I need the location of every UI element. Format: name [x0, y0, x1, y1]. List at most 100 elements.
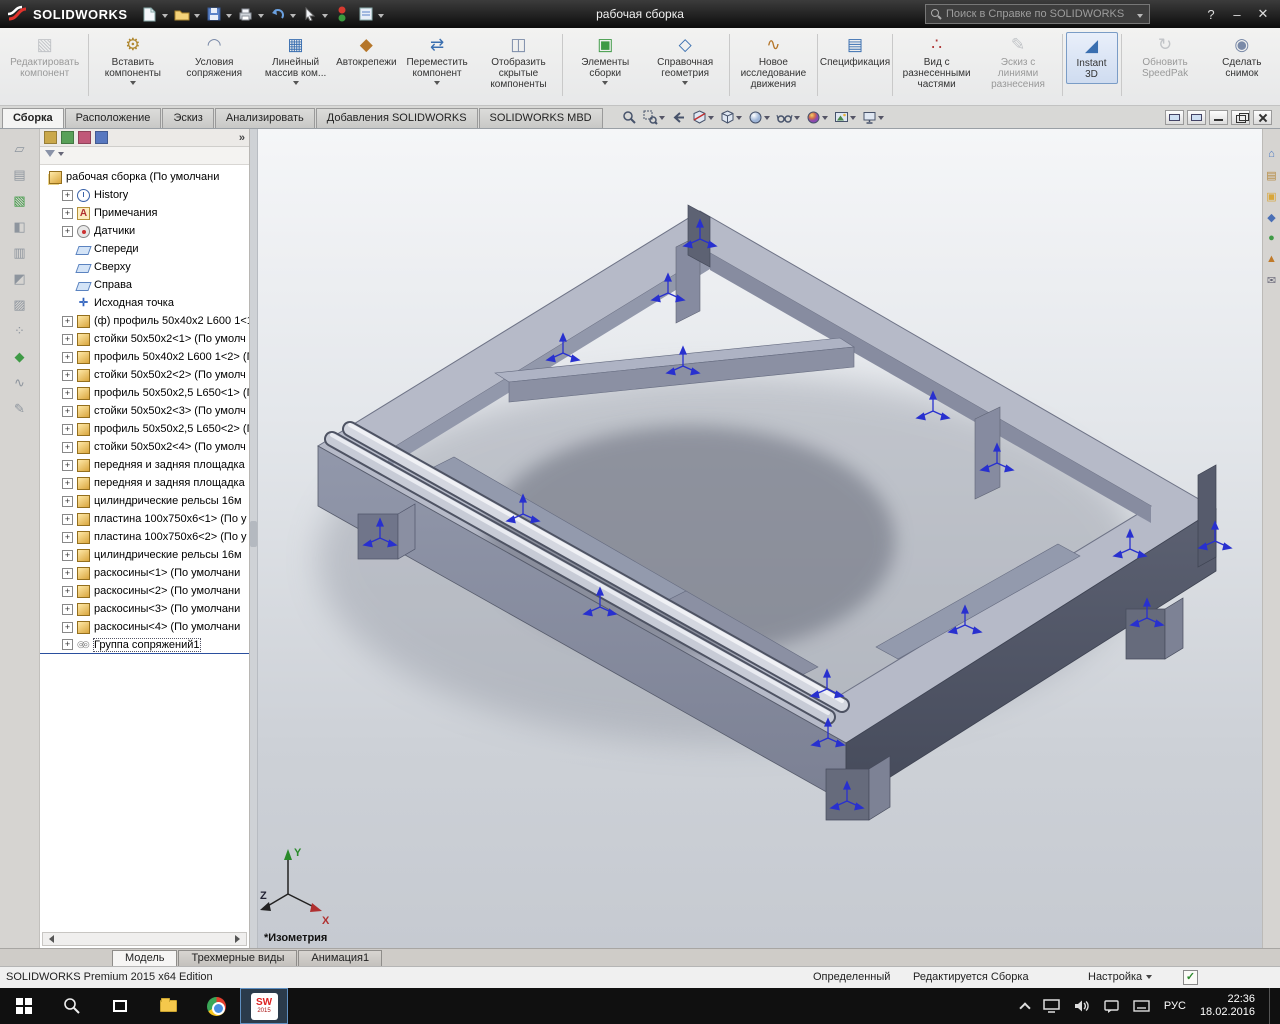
edit-component-button[interactable]: ▧ Редактировать компонент [4, 32, 85, 82]
file-explorer-tab-icon[interactable]: ▣ [1265, 189, 1279, 203]
tree-item[interactable]: стойки 50x50x2<1> (По умолч [40, 330, 249, 348]
tree-item[interactable]: Сверху [40, 258, 249, 276]
search-dropdown-caret[interactable] [1137, 13, 1143, 21]
save-button[interactable] [203, 4, 225, 24]
tree-item[interactable]: пластина 100x750x6<2> (По у [40, 528, 249, 546]
new-motion-study-button[interactable]: ∿ Новое исследование движения [733, 32, 814, 93]
quick-tips-toggle[interactable]: ✓ [1183, 970, 1198, 985]
expand-icon[interactable] [62, 405, 73, 417]
panel-splitter[interactable] [250, 129, 258, 948]
search-box[interactable] [925, 4, 1150, 24]
print-dropdown-caret[interactable] [257, 13, 264, 21]
update-speedpak-button[interactable]: ↻ Обновить SpeedPak [1124, 32, 1205, 82]
scroll-left-icon[interactable] [45, 935, 54, 943]
exploded-view-button[interactable]: ∴ Вид с разнесенными частями [896, 32, 977, 93]
notifications-tray-icon[interactable] [1104, 999, 1119, 1013]
save-dropdown-caret[interactable] [225, 13, 232, 21]
tree-item[interactable]: стойки 50x50x2<3> (По умолч [40, 402, 249, 420]
dropdown-caret[interactable] [602, 81, 609, 88]
expand-icon[interactable] [62, 585, 73, 597]
tree-item[interactable]: профиль 50x50x2,5 L650<1> (П [40, 384, 249, 402]
tree-item[interactable]: Датчики [40, 222, 249, 240]
tab-addins[interactable]: Добавления SOLIDWORKS [315, 108, 478, 128]
doc-close-button[interactable] [1253, 110, 1272, 125]
explode-lines-button[interactable]: ✎ Эскиз с линиями разнесения [977, 32, 1058, 93]
select-button[interactable] [299, 4, 321, 24]
zoom-area-button[interactable] [641, 109, 667, 126]
tree-item[interactable]: пластина 100x750x6<1> (По у [40, 510, 249, 528]
tab-model[interactable]: Модель [112, 950, 178, 966]
left-toolbar-button-9[interactable]: ◆ [9, 347, 31, 366]
browser-button[interactable] [192, 988, 240, 1024]
taskbar-clock[interactable]: 22:36 18.02.2016 [1200, 993, 1255, 1019]
expand-icon[interactable] [62, 495, 73, 507]
instant3d-button[interactable]: ◢ Instant 3D [1065, 32, 1118, 84]
doc-window-icon-1[interactable] [1165, 110, 1184, 125]
zoom-fit-button[interactable] [620, 109, 639, 126]
splitter-handle[interactable] [250, 521, 257, 547]
expand-icon[interactable] [62, 207, 73, 219]
featuremanager-tab[interactable] [44, 131, 57, 144]
dropdown-caret[interactable] [707, 116, 714, 123]
options-dropdown-caret[interactable] [377, 13, 384, 21]
undo-button[interactable] [267, 4, 289, 24]
left-toolbar-button-4[interactable]: ◧ [9, 217, 31, 236]
tree-item[interactable]: раскосины<3> (По умолчани [40, 600, 249, 618]
left-toolbar-button-2[interactable]: ▤ [9, 165, 31, 184]
settings-dropdown[interactable]: Настройка [1088, 971, 1153, 983]
move-component-button[interactable]: ⇄ Переместить компонент [396, 32, 477, 91]
expand-icon[interactable] [62, 531, 73, 543]
tree-item[interactable]: раскосины<1> (По умолчани [40, 564, 249, 582]
new-dropdown-caret[interactable] [161, 13, 168, 21]
tab-3d-views[interactable]: Трехмерные виды [178, 950, 298, 966]
volume-tray-icon[interactable] [1074, 999, 1090, 1013]
left-toolbar-button-5[interactable]: ▥ [9, 243, 31, 262]
tree-item[interactable]: Спереди [40, 240, 249, 258]
left-toolbar-button-3[interactable]: ▧ [9, 191, 31, 210]
hide-show-items-button[interactable] [774, 109, 802, 126]
dropdown-caret[interactable] [849, 116, 856, 123]
insert-components-button[interactable]: ⚙ Вставить компоненты [92, 32, 173, 91]
options-button[interactable] [355, 4, 377, 24]
open-button[interactable] [171, 4, 193, 24]
left-toolbar-button-6[interactable]: ◩ [9, 269, 31, 288]
resources-tab-icon[interactable]: ⌂ [1265, 147, 1279, 161]
reference-geometry-button[interactable]: ◇ Справочная геометрия [645, 32, 726, 91]
dropdown-caret[interactable] [129, 81, 136, 88]
configurationmanager-tab[interactable] [78, 131, 91, 144]
left-toolbar-button-1[interactable]: ▱ [9, 139, 31, 158]
expand-icon[interactable] [62, 189, 73, 201]
dropdown-caret[interactable] [793, 116, 800, 123]
tree-item[interactable]: цилиндрические рельсы 16м [40, 546, 249, 564]
previous-view-button[interactable] [669, 109, 688, 126]
tree-item-mates-group[interactable]: Группа сопряжений1 [40, 636, 249, 654]
file-explorer-button[interactable] [144, 988, 192, 1024]
left-toolbar-button-10[interactable]: ∿ [9, 373, 31, 392]
tree-item[interactable]: Примечания [40, 204, 249, 222]
left-toolbar-button-7[interactable]: ▨ [9, 295, 31, 314]
forum-tab-icon[interactable]: ✉ [1265, 273, 1279, 287]
tree-item[interactable]: стойки 50x50x2<4> (По умолч [40, 438, 249, 456]
expand-icon[interactable] [62, 549, 73, 561]
expand-icon[interactable] [62, 459, 73, 471]
undo-dropdown-caret[interactable] [289, 13, 296, 21]
dropdown-caret[interactable] [735, 116, 742, 123]
print-button[interactable] [235, 4, 257, 24]
scroll-right-icon[interactable] [235, 935, 244, 943]
tab-evaluate[interactable]: Анализировать [214, 108, 315, 128]
left-toolbar-button-11[interactable]: ✎ [9, 399, 31, 418]
expand-icon[interactable] [62, 387, 73, 399]
custom-properties-tab-icon[interactable]: ▲ [1265, 252, 1279, 266]
help-button[interactable]: ? [1198, 4, 1224, 24]
doc-restore-button[interactable] [1231, 110, 1250, 125]
expand-icon[interactable] [62, 369, 73, 381]
filter-dropdown-caret[interactable] [58, 152, 64, 159]
displaymanager-tab[interactable] [95, 131, 108, 144]
graphics-viewport[interactable]: Y X Z *Изометрия [258, 129, 1262, 948]
expand-icon[interactable] [62, 423, 73, 435]
propertymanager-tab[interactable] [61, 131, 74, 144]
tree-item[interactable]: стойки 50x50x2<2> (По умолч [40, 366, 249, 384]
close-button[interactable]: ✕ [1250, 4, 1276, 24]
language-indicator[interactable]: РУС [1164, 1000, 1186, 1012]
mate-button[interactable]: ◠ Условия сопряжения [174, 32, 255, 82]
